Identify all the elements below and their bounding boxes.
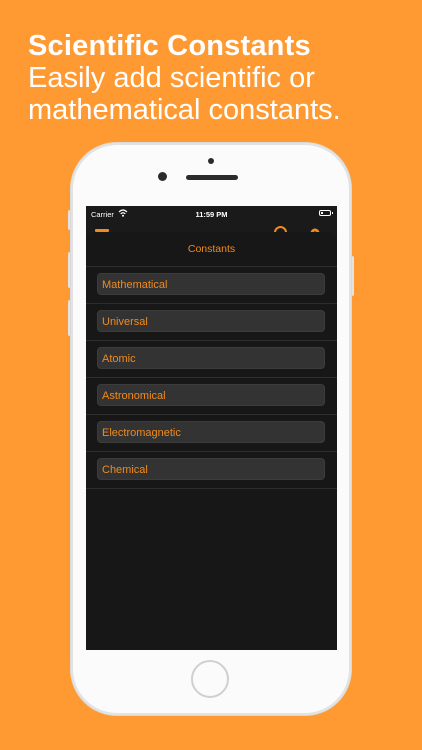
headline-subtitle-line-2: mathematical constants.: [28, 94, 341, 126]
phone-speaker: [186, 175, 238, 180]
status-time: 11:59 PM: [195, 210, 228, 219]
list-item: Astronomical: [86, 378, 337, 415]
status-bar: Carrier 11:59 PM: [86, 206, 337, 222]
category-button-mathematical[interactable]: Mathematical: [97, 273, 325, 295]
constants-category-list: Mathematical Universal Atomic Astronomic…: [86, 267, 337, 489]
headline-subtitle-line-1: Easily add scientific or: [28, 62, 315, 94]
battery-icon: [319, 210, 333, 216]
category-button-electromagnetic[interactable]: Electromagnetic: [97, 421, 325, 443]
list-item: Mathematical: [86, 267, 337, 304]
marketing-headline: Scientific Constants Easily add scientif…: [28, 30, 418, 126]
sheet-title: Constants: [86, 232, 337, 267]
phone-sensor: [208, 158, 214, 164]
phone-home-button[interactable]: [191, 660, 229, 698]
headline-title: Scientific Constants: [28, 30, 311, 62]
list-item: Electromagnetic: [86, 415, 337, 452]
list-item: Atomic: [86, 341, 337, 378]
phone-screen: Carrier 11:59 PM Constants Mathematical …: [86, 206, 337, 650]
category-button-universal[interactable]: Universal: [97, 310, 325, 332]
category-button-atomic[interactable]: Atomic: [97, 347, 325, 369]
category-button-chemical[interactable]: Chemical: [97, 458, 325, 480]
list-item: Chemical: [86, 452, 337, 489]
list-item: Universal: [86, 304, 337, 341]
phone-front-camera: [158, 172, 167, 181]
constants-sheet: Constants Mathematical Universal Atomic …: [86, 232, 337, 650]
category-button-astronomical[interactable]: Astronomical: [97, 384, 325, 406]
